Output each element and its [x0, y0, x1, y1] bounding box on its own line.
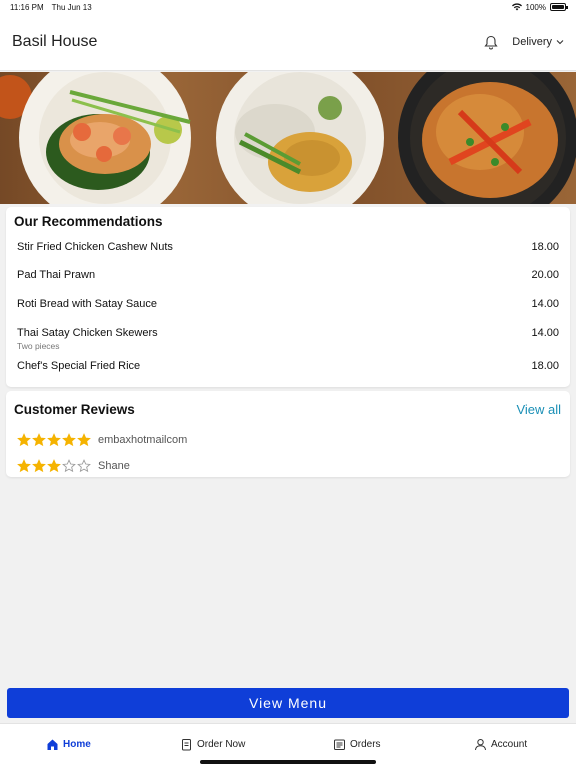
account-icon	[475, 738, 486, 751]
status-right: 100%	[511, 2, 568, 12]
recommendation-item[interactable]: Chef's Special Fried Rice 18.00	[17, 360, 559, 380]
status-bar: 11:16 PM Thu Jun 13 100%	[0, 0, 576, 14]
status-time: 11:16 PM	[10, 2, 44, 12]
reviewer-name: embaxhotmailcom	[98, 434, 188, 446]
item-name: Chef's Special Fried Rice	[17, 360, 141, 372]
reviews-card: Customer Reviews View all embaxhotmailco…	[6, 391, 570, 477]
star-filled-icon	[32, 459, 46, 473]
item-price: 20.00	[531, 269, 559, 281]
tab-label: Orders	[350, 739, 381, 750]
recommendations-card: Our Recommendations Stir Fried Chicken C…	[6, 207, 570, 387]
star-empty-icon	[62, 459, 76, 473]
reviewer-name: Shane	[98, 460, 130, 472]
item-name: Roti Bread with Satay Sauce	[17, 298, 158, 310]
item-price: 18.00	[531, 241, 559, 253]
tab-label: Order Now	[197, 739, 246, 750]
star-filled-icon	[32, 433, 46, 447]
food-banner-image	[0, 72, 576, 204]
star-rating	[17, 459, 91, 473]
battery-percent: 100%	[525, 2, 546, 12]
recommendations-title: Our Recommendations	[14, 214, 163, 229]
tab-label: Account	[491, 739, 528, 750]
view-menu-button[interactable]: View Menu	[7, 688, 569, 718]
item-price: 14.00	[531, 298, 559, 310]
app-header: Basil House Delivery	[0, 14, 576, 71]
review-item[interactable]: Shane	[17, 459, 130, 473]
star-filled-icon	[47, 459, 61, 473]
orders-icon	[334, 739, 345, 750]
recommendation-item[interactable]: Roti Bread with Satay Sauce 14.00	[17, 298, 559, 318]
reviews-title: Customer Reviews	[14, 402, 135, 417]
delivery-selector[interactable]: Delivery	[512, 36, 564, 48]
review-item[interactable]: embaxhotmailcom	[17, 433, 187, 447]
item-note: Two pieces	[17, 341, 60, 351]
star-filled-icon	[47, 433, 61, 447]
recommendation-item[interactable]: Stir Fried Chicken Cashew Nuts 18.00	[17, 241, 559, 261]
item-name: Stir Fried Chicken Cashew Nuts	[17, 241, 173, 253]
status-date: Thu Jun 13	[51, 2, 92, 12]
item-name: Thai Satay Chicken Skewers	[17, 327, 158, 339]
home-icon	[47, 739, 58, 750]
item-name: Pad Thai Prawn	[17, 269, 96, 281]
tab-home[interactable]: Home	[46, 738, 91, 751]
delivery-label: Delivery	[512, 36, 552, 48]
item-price: 14.00	[531, 327, 559, 339]
star-filled-icon	[17, 459, 31, 473]
chevron-down-icon	[556, 40, 564, 45]
order-icon	[182, 739, 191, 751]
tab-label: Home	[63, 739, 91, 750]
star-filled-icon	[62, 433, 76, 447]
star-empty-icon	[77, 459, 91, 473]
tab-account[interactable]: Account	[474, 738, 527, 751]
star-rating	[17, 433, 91, 447]
home-indicator	[200, 760, 376, 764]
star-filled-icon	[17, 433, 31, 447]
tab-orders[interactable]: Orders	[333, 738, 381, 751]
banner-illustration	[0, 72, 576, 204]
recommendation-item[interactable]: Thai Satay Chicken Skewers 14.00 Two pie…	[17, 327, 559, 353]
view-all-link[interactable]: View all	[516, 402, 561, 417]
wifi-icon	[511, 3, 522, 11]
recommendation-item[interactable]: Pad Thai Prawn 20.00	[17, 269, 559, 289]
star-filled-icon	[77, 433, 91, 447]
item-price: 18.00	[531, 360, 559, 372]
restaurant-title: Basil House	[12, 33, 98, 50]
battery-icon	[550, 3, 568, 11]
bell-icon[interactable]	[482, 33, 500, 51]
tab-order-now[interactable]: Order Now	[180, 738, 245, 751]
